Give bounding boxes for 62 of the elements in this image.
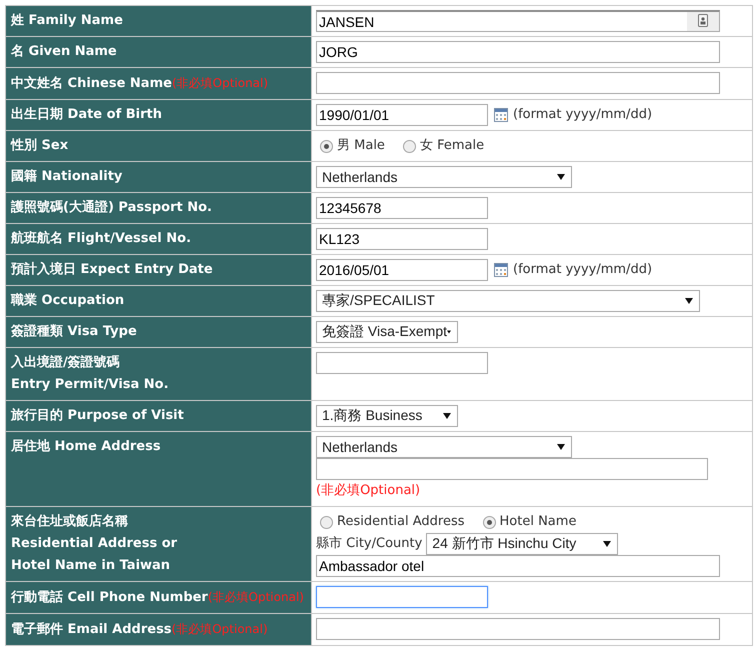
optional-note: (非必填Optional) xyxy=(208,590,304,604)
text-field[interactable] xyxy=(316,458,708,480)
optional-note: (非必填Optional) xyxy=(172,622,268,636)
optional-note: (非必填Optional) xyxy=(172,76,268,90)
dropdown[interactable]: Netherlands xyxy=(316,436,572,458)
field-caption: 縣市 City/County xyxy=(316,536,422,551)
dropdown[interactable]: Netherlands xyxy=(316,166,572,188)
dropdown[interactable]: 24 新竹市 Hsinchu City xyxy=(426,533,618,555)
text-field[interactable]: 1990/01/01 xyxy=(316,104,488,126)
caret-icon xyxy=(443,413,451,419)
calendar-icon[interactable] xyxy=(494,108,508,122)
caret-icon xyxy=(557,444,565,450)
dropdown[interactable]: 免簽證 Visa-Exempt xyxy=(316,321,458,343)
field-label: 國籍 Nationality xyxy=(11,169,122,184)
field-label: 航班航名 Flight/Vessel No. xyxy=(11,231,192,246)
calendar-icon[interactable] xyxy=(494,263,508,277)
radio-label[interactable]: Hotel Name xyxy=(500,511,576,533)
text-field[interactable]: Ambassador otel xyxy=(316,555,720,577)
field-label: Residential Address or xyxy=(11,536,178,551)
text-field[interactable]: 12345678 xyxy=(316,197,488,219)
caret-icon xyxy=(685,298,693,304)
field-label: 來台住址或飯店名稱 xyxy=(11,514,128,529)
dropdown[interactable]: 專家/SPECAILIST xyxy=(316,290,700,312)
radio-label[interactable]: 男 Male xyxy=(337,135,385,157)
format-hint: (format yyyy/mm/dd) xyxy=(513,262,652,277)
radio-button[interactable] xyxy=(402,140,416,152)
field-label: 職業 Occupation xyxy=(11,293,124,308)
radio-button[interactable] xyxy=(482,516,496,528)
text-field[interactable] xyxy=(316,352,488,374)
contact-card-icon[interactable] xyxy=(698,14,708,27)
field-label: 電子郵件 Email Address xyxy=(11,622,172,637)
radio-label[interactable]: 女 Female xyxy=(420,135,484,157)
field-label: 旅行目的 Purpose of Visit xyxy=(11,408,184,423)
text-field[interactable]: JANSEN xyxy=(316,10,720,32)
field-label: 居住地 Home Address xyxy=(11,439,161,454)
caret-icon xyxy=(557,174,565,180)
field-label: 入出境證/簽證號碼 xyxy=(11,355,120,370)
field-label: 護照號碼(大通證) Passport No. xyxy=(11,200,212,215)
optional-note: (非必填Optional) xyxy=(316,483,420,498)
field-label: 預計入境日 Expect Entry Date xyxy=(11,262,213,277)
field-label: Entry Permit/Visa No. xyxy=(11,377,169,392)
caret-icon xyxy=(447,329,451,335)
text-field[interactable]: 2016/05/01 xyxy=(316,259,488,281)
dropdown[interactable]: 1.商務 Business xyxy=(316,405,458,427)
radio-button[interactable] xyxy=(320,140,333,152)
field-label: Hotel Name in Taiwan xyxy=(11,558,170,573)
text-field[interactable] xyxy=(316,618,720,640)
field-label: 性別 Sex xyxy=(11,138,68,153)
field-label: 名 Given Name xyxy=(11,44,117,59)
caret-icon xyxy=(603,541,612,547)
field-label: 簽證種類 Visa Type xyxy=(11,324,137,339)
radio-button[interactable] xyxy=(320,516,333,528)
text-field[interactable] xyxy=(316,72,720,94)
field-label: 中文姓名 Chinese Name xyxy=(11,76,172,91)
format-hint: (format yyyy/mm/dd) xyxy=(513,107,652,122)
text-field[interactable] xyxy=(316,586,488,608)
text-field[interactable]: JORG xyxy=(316,41,720,63)
text-field[interactable]: KL123 xyxy=(316,228,488,250)
field-label: 出生日期 Date of Birth xyxy=(11,107,162,122)
field-label: 姓 Family Name xyxy=(11,13,123,28)
field-label: 行動電話 Cell Phone Number xyxy=(11,590,208,605)
radio-label[interactable]: Residential Address xyxy=(337,511,465,533)
